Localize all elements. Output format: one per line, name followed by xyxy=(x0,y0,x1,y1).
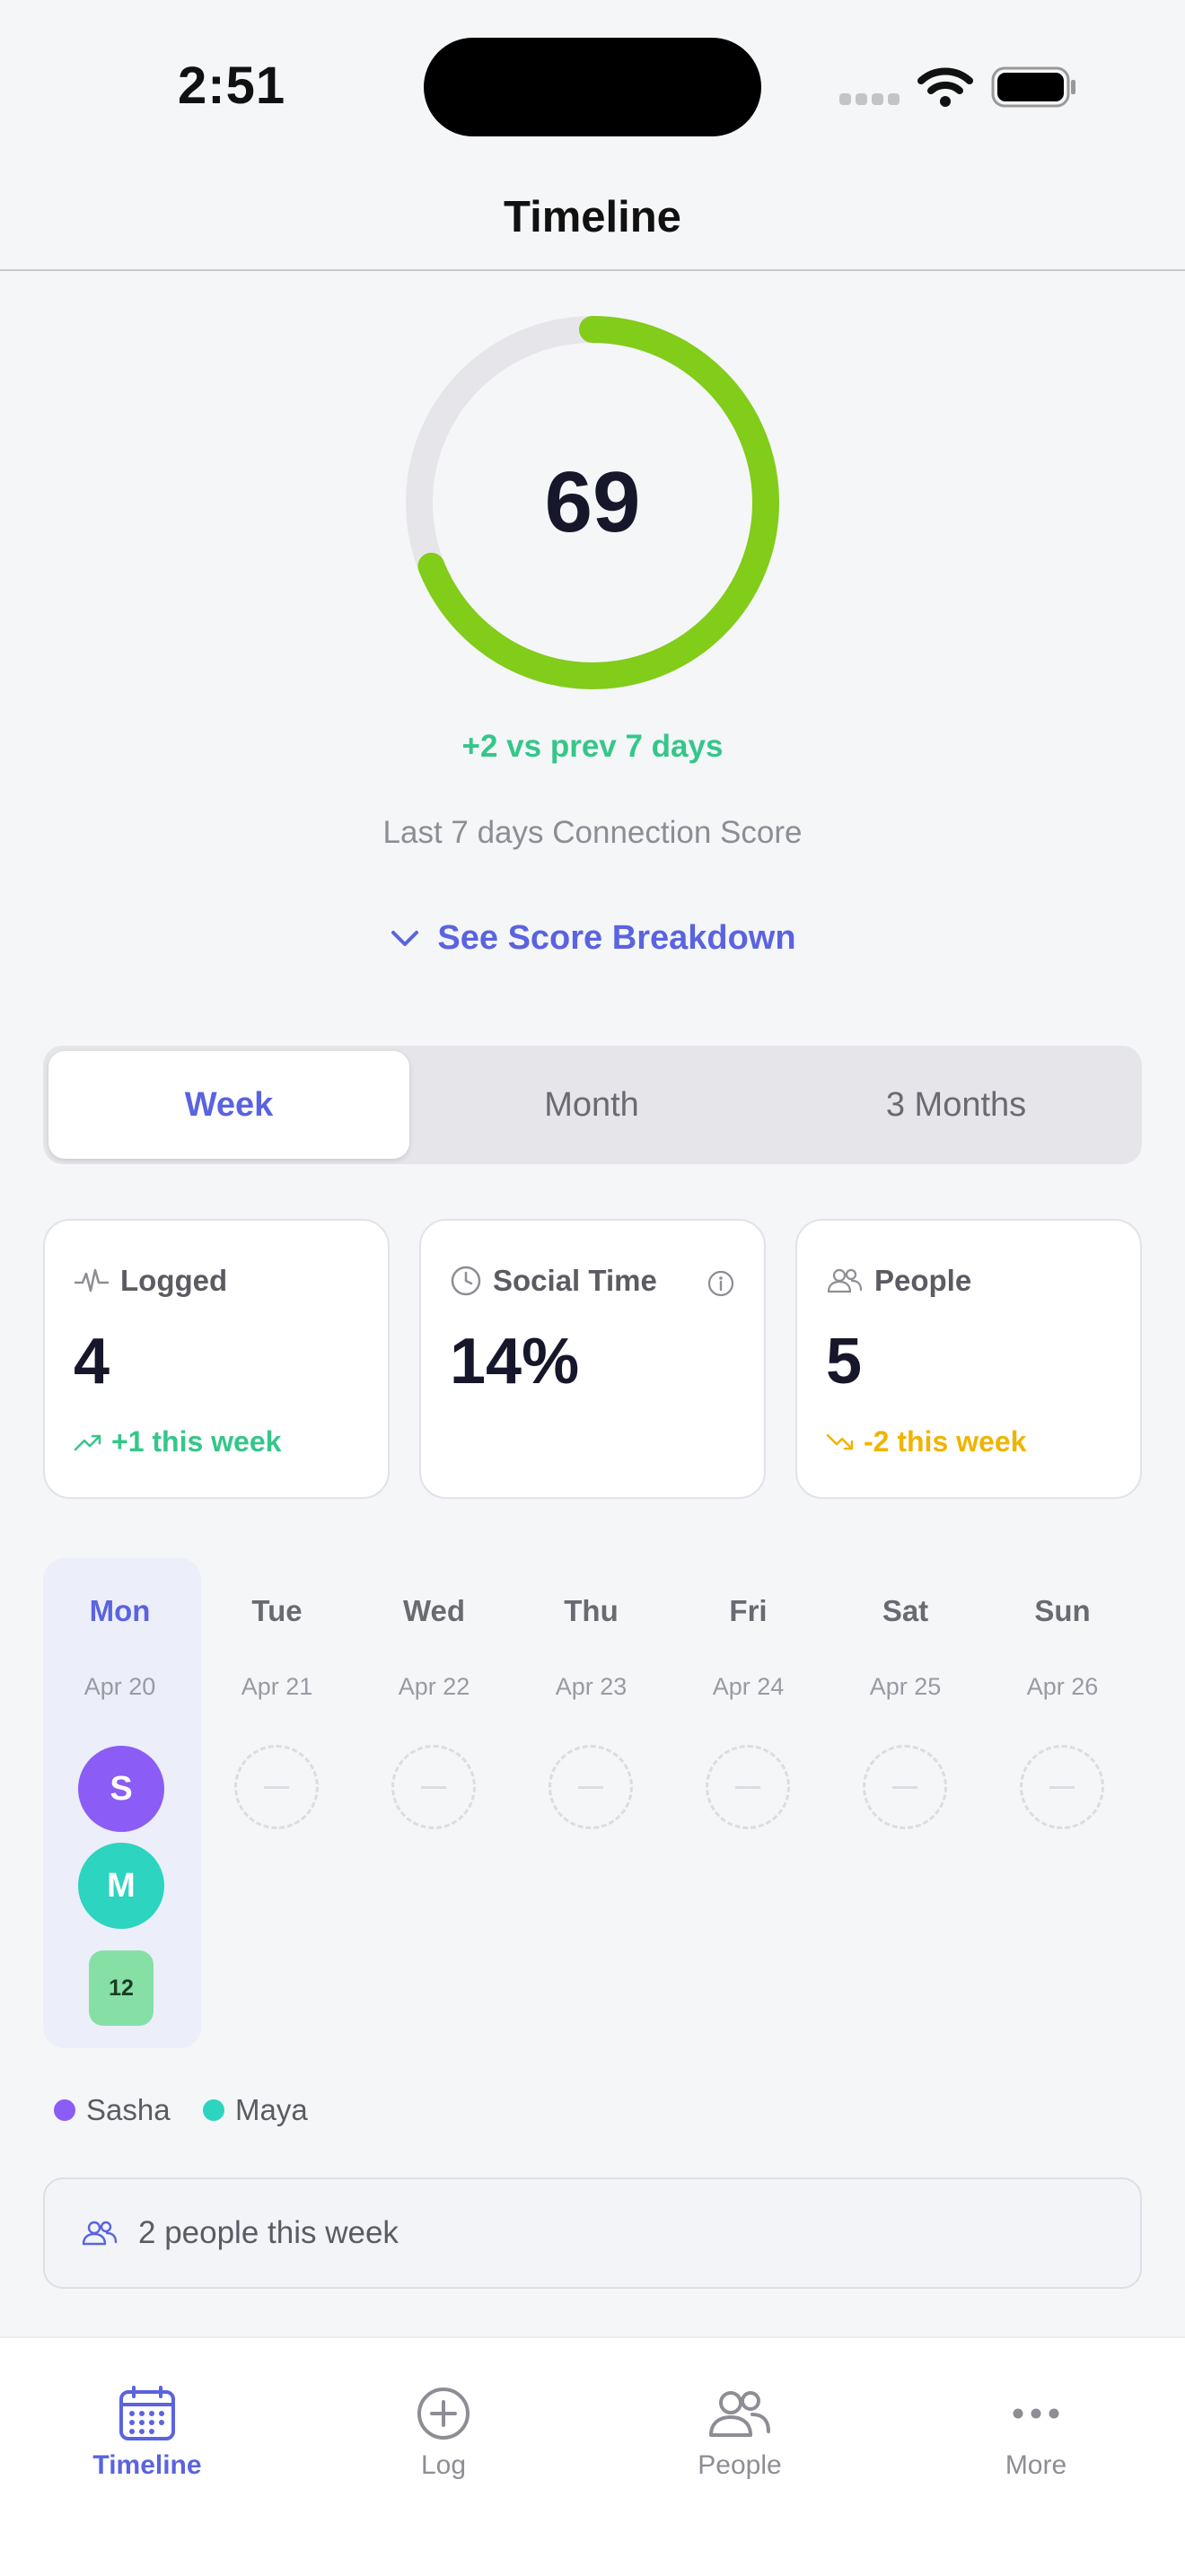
score-subtitle: Last 7 days Connection Score xyxy=(382,815,803,850)
range-tab-3-months[interactable]: 3 Months xyxy=(776,1051,1137,1159)
range-segmented-control: Week Month 3 Months xyxy=(43,1046,1142,1164)
wifi-icon xyxy=(917,67,973,107)
score-value: 69 xyxy=(544,454,641,550)
trend-up-icon xyxy=(74,1434,101,1450)
people-icon xyxy=(82,2221,118,2246)
day-count-badge[interactable]: 12 xyxy=(89,1950,154,2026)
avatar-sasha[interactable]: S xyxy=(78,1746,164,1832)
stat-card-people[interactable]: People 5 -2 this week xyxy=(795,1219,1142,1499)
plus-circle-icon xyxy=(417,2388,470,2440)
day-date-tue: Apr 21 xyxy=(241,1673,313,1700)
nav-divider xyxy=(0,269,1185,271)
more-icon xyxy=(1013,2408,1059,2419)
summary-text: 2 people this week xyxy=(138,2215,399,2250)
people-icon xyxy=(827,1268,863,1293)
tab-bar: Timeline Log People More xyxy=(0,2336,1185,2576)
tab-label: Log xyxy=(420,2450,467,2480)
breakdown-label: See Score Breakdown xyxy=(437,919,796,957)
battery-icon xyxy=(991,66,1075,108)
day-date-thu: Apr 23 xyxy=(555,1673,628,1700)
avatar-maya[interactable]: M xyxy=(78,1843,164,1929)
cellular-signal-icon xyxy=(839,93,904,110)
status-time: 2:51 xyxy=(178,57,286,115)
people-summary-banner[interactable]: 2 people this week xyxy=(43,2177,1142,2289)
dynamic-island xyxy=(424,38,761,136)
legend-dot xyxy=(203,2099,224,2121)
stat-card-logged[interactable]: Logged 4 +1 this week xyxy=(43,1219,390,1499)
legend-label: Maya xyxy=(235,2093,308,2126)
stat-label: Logged xyxy=(120,1264,228,1297)
tab-log[interactable]: Log xyxy=(327,2385,560,2481)
stat-card-social-time[interactable]: Social Time 14% xyxy=(419,1219,766,1499)
stat-trend: +1 this week xyxy=(111,1425,282,1458)
pulse-icon xyxy=(74,1268,110,1292)
day-date-mon: Apr 20 xyxy=(83,1673,156,1700)
tab-label: People xyxy=(698,2450,782,2480)
day-name-wed[interactable]: Wed xyxy=(356,1594,513,1628)
legend-item-sasha: Sasha xyxy=(54,2093,171,2127)
tab-more[interactable]: More xyxy=(919,2385,1153,2481)
day-name-sun[interactable]: Sun xyxy=(984,1594,1141,1628)
trend-down-icon xyxy=(826,1433,854,1450)
tab-label: More xyxy=(1005,2450,1067,2480)
day-name-tue[interactable]: Tue xyxy=(198,1594,356,1628)
range-tab-week[interactable]: Week xyxy=(48,1051,409,1159)
range-tab-month[interactable]: Month xyxy=(411,1051,772,1159)
see-score-breakdown-button[interactable]: See Score Breakdown xyxy=(0,919,1185,958)
legend-label: Sasha xyxy=(86,2093,171,2126)
empty-day-slot[interactable] xyxy=(1020,1745,1104,1829)
day-name-thu[interactable]: Thu xyxy=(513,1594,670,1628)
tab-timeline[interactable]: Timeline xyxy=(31,2385,264,2481)
empty-day-slot[interactable] xyxy=(706,1745,790,1829)
page-title: Timeline xyxy=(504,193,681,241)
day-name-fri[interactable]: Fri xyxy=(670,1594,827,1628)
empty-day-slot[interactable] xyxy=(549,1745,633,1829)
legend-item-maya: Maya xyxy=(203,2093,308,2127)
stat-label: Social Time xyxy=(493,1264,657,1297)
empty-day-slot[interactable] xyxy=(391,1745,476,1829)
score-delta: +2 vs prev 7 days xyxy=(461,729,724,764)
day-name-mon[interactable]: Mon xyxy=(41,1594,198,1628)
stat-value: 4 xyxy=(74,1326,110,1398)
stat-label: People xyxy=(874,1264,972,1297)
day-date-wed: Apr 22 xyxy=(398,1673,470,1700)
clock-icon xyxy=(451,1266,481,1296)
empty-day-slot[interactable] xyxy=(234,1745,319,1829)
tab-people[interactable]: People xyxy=(623,2385,856,2481)
day-date-sun: Apr 26 xyxy=(1026,1673,1099,1700)
chevron-down-icon xyxy=(391,930,419,946)
calendar-icon xyxy=(119,2386,175,2440)
day-name-sat[interactable]: Sat xyxy=(827,1594,984,1628)
day-date-fri: Apr 24 xyxy=(712,1673,785,1700)
stat-value: 5 xyxy=(826,1326,863,1398)
day-date-sat: Apr 25 xyxy=(869,1673,942,1700)
people-icon xyxy=(709,2391,770,2437)
info-icon[interactable] xyxy=(707,1269,735,1298)
stat-trend: -2 this week xyxy=(864,1425,1027,1458)
empty-day-slot[interactable] xyxy=(863,1745,947,1829)
tab-label: Timeline xyxy=(92,2450,202,2480)
legend-dot xyxy=(54,2099,75,2121)
stat-value: 14% xyxy=(450,1326,580,1398)
